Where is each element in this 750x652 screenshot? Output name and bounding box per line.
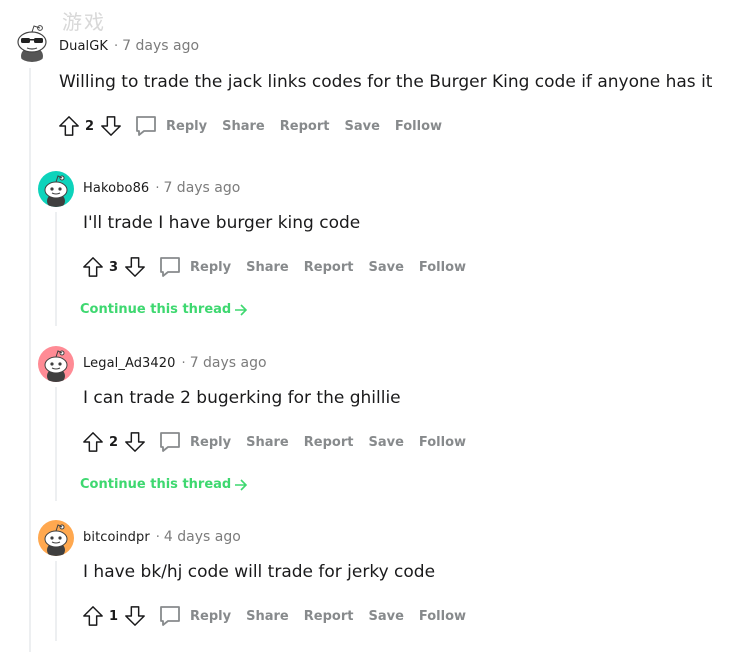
save-button[interactable]: Save [368, 609, 403, 624]
thread-line[interactable] [55, 561, 57, 641]
follow-button[interactable]: Follow [419, 260, 466, 275]
comment-body: I'll trade I have burger king code [83, 213, 361, 233]
comment-bubble-icon [134, 114, 158, 138]
downvote-arrow-icon[interactable] [122, 254, 148, 280]
reply-label: Reply [190, 434, 232, 450]
arrow-right-icon [234, 303, 248, 316]
share-button[interactable]: Share [246, 609, 289, 624]
downvote-arrow-icon[interactable] [98, 113, 124, 139]
separator-dot: · [155, 529, 160, 545]
follow-button[interactable]: Follow [419, 435, 466, 450]
reply-label: Reply [190, 608, 232, 624]
save-button[interactable]: Save [368, 435, 403, 450]
comment-timestamp[interactable]: 7 days ago [163, 180, 240, 196]
snoo-sunglasses-avatar-icon [17, 25, 47, 62]
reply-label: Reply [190, 259, 232, 275]
thread-line[interactable] [29, 68, 31, 652]
downvote-arrow-icon[interactable] [122, 603, 148, 629]
comment-timestamp[interactable]: 7 days ago [122, 38, 199, 54]
arrow-right-icon [234, 478, 248, 491]
upvote-arrow-icon[interactable] [56, 113, 82, 139]
share-button[interactable]: Share [222, 119, 265, 134]
snoo-avatar-icon [38, 171, 74, 207]
comment-timestamp[interactable]: 7 days ago [190, 355, 267, 371]
comment-author[interactable]: DualGK [59, 39, 108, 54]
continue-thread-link[interactable]: Continue this thread [80, 302, 248, 317]
report-button[interactable]: Report [280, 119, 330, 134]
save-button[interactable]: Save [344, 119, 379, 134]
report-button[interactable]: Report [304, 609, 354, 624]
comment-timestamp[interactable]: 4 days ago [164, 529, 241, 545]
avatar[interactable] [12, 22, 52, 62]
comment-bubble-icon [158, 430, 182, 454]
upvote-arrow-icon[interactable] [80, 603, 106, 629]
watermark: 游戏 [62, 10, 106, 34]
comment-bubble-icon [158, 255, 182, 279]
upvote-arrow-icon[interactable] [80, 429, 106, 455]
upvote-arrow-icon[interactable] [80, 254, 106, 280]
reply-button[interactable]: Reply [158, 255, 231, 279]
report-button[interactable]: Report [304, 435, 354, 450]
share-button[interactable]: Share [246, 260, 289, 275]
vote-score: 1 [109, 608, 119, 624]
report-button[interactable]: Report [304, 260, 354, 275]
reply-button[interactable]: Reply [158, 604, 231, 628]
continue-thread-label: Continue this thread [80, 302, 232, 317]
comment-body: I have bk/hj code will trade for jerky c… [83, 562, 436, 582]
continue-thread-link[interactable]: Continue this thread [80, 477, 248, 492]
comment-author[interactable]: Hakobo86 [83, 181, 149, 196]
vote-score: 2 [85, 118, 95, 134]
avatar[interactable] [38, 346, 74, 382]
avatar[interactable] [38, 171, 74, 207]
separator-dot: · [155, 180, 160, 196]
separator-dot: · [181, 355, 186, 371]
comment-author[interactable]: bitcoindpr [83, 530, 150, 545]
reply-label: Reply [166, 118, 208, 134]
save-button[interactable]: Save [368, 260, 403, 275]
follow-button[interactable]: Follow [419, 609, 466, 624]
comment-body: Willing to trade the jack links codes fo… [59, 72, 713, 92]
thread-line[interactable] [55, 212, 57, 326]
vote-score: 2 [109, 434, 119, 450]
follow-button[interactable]: Follow [395, 119, 442, 134]
reply-button[interactable]: Reply [134, 114, 207, 138]
separator-dot: · [114, 38, 119, 54]
snoo-avatar-icon [38, 520, 74, 556]
vote-score: 3 [109, 259, 119, 275]
continue-thread-label: Continue this thread [80, 477, 232, 492]
snoo-avatar-icon [38, 346, 74, 382]
reply-button[interactable]: Reply [158, 430, 231, 454]
avatar[interactable] [38, 520, 74, 556]
comment-body: I can trade 2 bugerking for the ghillie [83, 388, 401, 408]
thread-line[interactable] [55, 387, 57, 501]
downvote-arrow-icon[interactable] [122, 429, 148, 455]
comment-author[interactable]: Legal_Ad3420 [83, 356, 176, 371]
comment-bubble-icon [158, 604, 182, 628]
share-button[interactable]: Share [246, 435, 289, 450]
